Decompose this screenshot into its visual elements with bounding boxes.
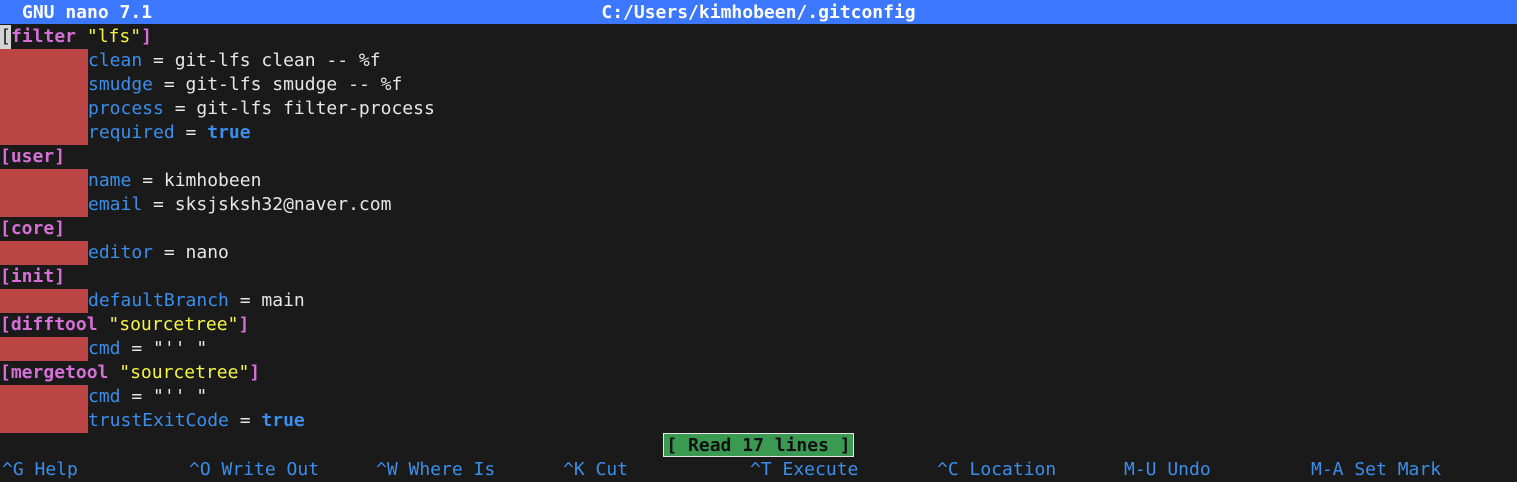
section-name: difftool [10,314,98,335]
editor-area[interactable]: [filter "lfs"] clean = git-lfs clean -- %… [0,25,1517,433]
config-section-line[interactable]: [init] [0,265,1517,289]
config-key: name [88,170,132,191]
config-entry-line[interactable]: cmd = "'' " [0,337,1517,361]
config-value: git-lfs filter-process [196,98,435,119]
text-cursor: [ [0,25,11,49]
config-key: email [88,194,143,215]
config-entry-line[interactable]: clean = git-lfs clean -- %f [0,49,1517,73]
config-key: trustExitCode [88,410,229,431]
equals-sign: = [142,194,175,215]
config-key: process [88,98,164,119]
config-key: cmd [88,338,121,359]
tab-indent-highlight [0,289,88,313]
config-section-line[interactable]: [mergetool "sourcetree"] [0,361,1517,385]
subsection-name: "sourcetree" [119,362,250,383]
section-bracket: ] [249,362,261,383]
shortcut-item: ^K Cut [563,459,629,480]
section-bracket: [ [0,266,11,287]
config-key: editor [88,242,154,263]
section-name: filter [11,26,77,47]
config-entry-line[interactable]: smudge = git-lfs smudge -- %f [0,73,1517,97]
equals-sign: = [228,410,262,431]
config-value: "'' " [153,386,208,407]
shortcut-item: ^C Location [937,459,1057,480]
config-value: true [207,122,251,143]
config-entry-line[interactable]: editor = nano [0,241,1517,265]
equals-sign: = [120,338,154,359]
equals-sign: = [228,290,262,311]
section-bracket: ] [238,314,250,335]
tab-indent-highlight [0,241,88,265]
tab-indent-highlight [0,409,88,433]
tab-indent-highlight [0,337,88,361]
equals-sign: = [174,122,208,143]
shortcut-item: ^G Help [2,459,78,480]
section-bracket: [ [0,146,11,167]
tab-indent-highlight [0,121,88,145]
config-value: sksjsksh32@naver.com [174,194,392,215]
tab-indent-highlight [0,73,88,97]
tab-indent-highlight [0,97,88,121]
tab-indent-highlight [0,49,88,73]
config-value: main [261,290,305,311]
tab-indent-highlight [0,385,88,409]
section-name: mergetool [10,362,109,383]
section-name: core [10,218,55,239]
config-entry-line[interactable]: trustExitCode = true [0,409,1517,433]
section-bracket: ] [54,146,66,167]
config-section-line[interactable]: [core] [0,217,1517,241]
config-key: required [88,122,175,143]
shortcut-item: ^T Execute [750,459,859,480]
equals-sign: = [163,98,197,119]
config-entry-line[interactable]: cmd = "'' " [0,385,1517,409]
config-section-line[interactable]: [user] [0,145,1517,169]
config-section-line[interactable]: [filter "lfs"] [0,25,1517,49]
title-bar: GNU nano 7.1 C:/Users/kimhobeen/.gitconf… [0,0,1517,24]
tab-indent-highlight [0,169,88,193]
section-bracket: ] [141,26,152,47]
file-path: C:/Users/kimhobeen/.gitconfig [601,2,916,23]
config-entry-line[interactable]: required = true [0,121,1517,145]
section-bracket: [ [0,314,11,335]
equals-sign: = [131,170,164,191]
config-section-line[interactable]: [difftool "sourcetree"] [0,313,1517,337]
config-key: clean [88,50,143,71]
config-key: defaultBranch [88,290,229,311]
equals-sign: = [153,242,186,263]
equals-sign: = [120,386,154,407]
shortcut-bar: ^G Help ^O Write Out ^W Where Is ^K Cut ^T E… [0,458,1517,482]
config-value: true [261,410,305,431]
section-name: user [10,146,55,167]
shortcut-item: ^W Where Is [376,459,496,480]
section-name: init [10,266,55,287]
config-entry-line[interactable]: email = sksjsksh32@naver.com [0,193,1517,217]
equals-sign: = [142,50,175,71]
status-message: [ Read 17 lines ] [663,433,854,457]
config-value: nano [185,242,229,263]
section-bracket: [ [0,362,11,383]
config-key: smudge [88,74,154,95]
shortcut-item: M-U Undo [1124,459,1211,480]
config-entry-line[interactable]: name = kimhobeen [0,169,1517,193]
config-entry-line[interactable]: defaultBranch = main [0,289,1517,313]
config-value: kimhobeen [163,170,262,191]
section-bracket: [ [0,218,11,239]
config-key: cmd [88,386,121,407]
shortcut-item: M-A Set Mark [1311,459,1442,480]
status-bar: [ Read 17 lines ] [0,433,1517,457]
config-value: git-lfs smudge -- %f [185,74,403,95]
section-bracket: ] [54,218,66,239]
tab-indent-highlight [0,193,88,217]
config-value: git-lfs clean -- %f [174,50,381,71]
section-bracket: ] [54,266,66,287]
subsection-name: "sourcetree" [108,314,239,335]
config-value: "'' " [153,338,208,359]
subsection-name: "lfs" [86,26,142,47]
equals-sign: = [153,74,186,95]
config-entry-line[interactable]: process = git-lfs filter-process [0,97,1517,121]
shortcut-item: ^O Write Out [189,459,320,480]
